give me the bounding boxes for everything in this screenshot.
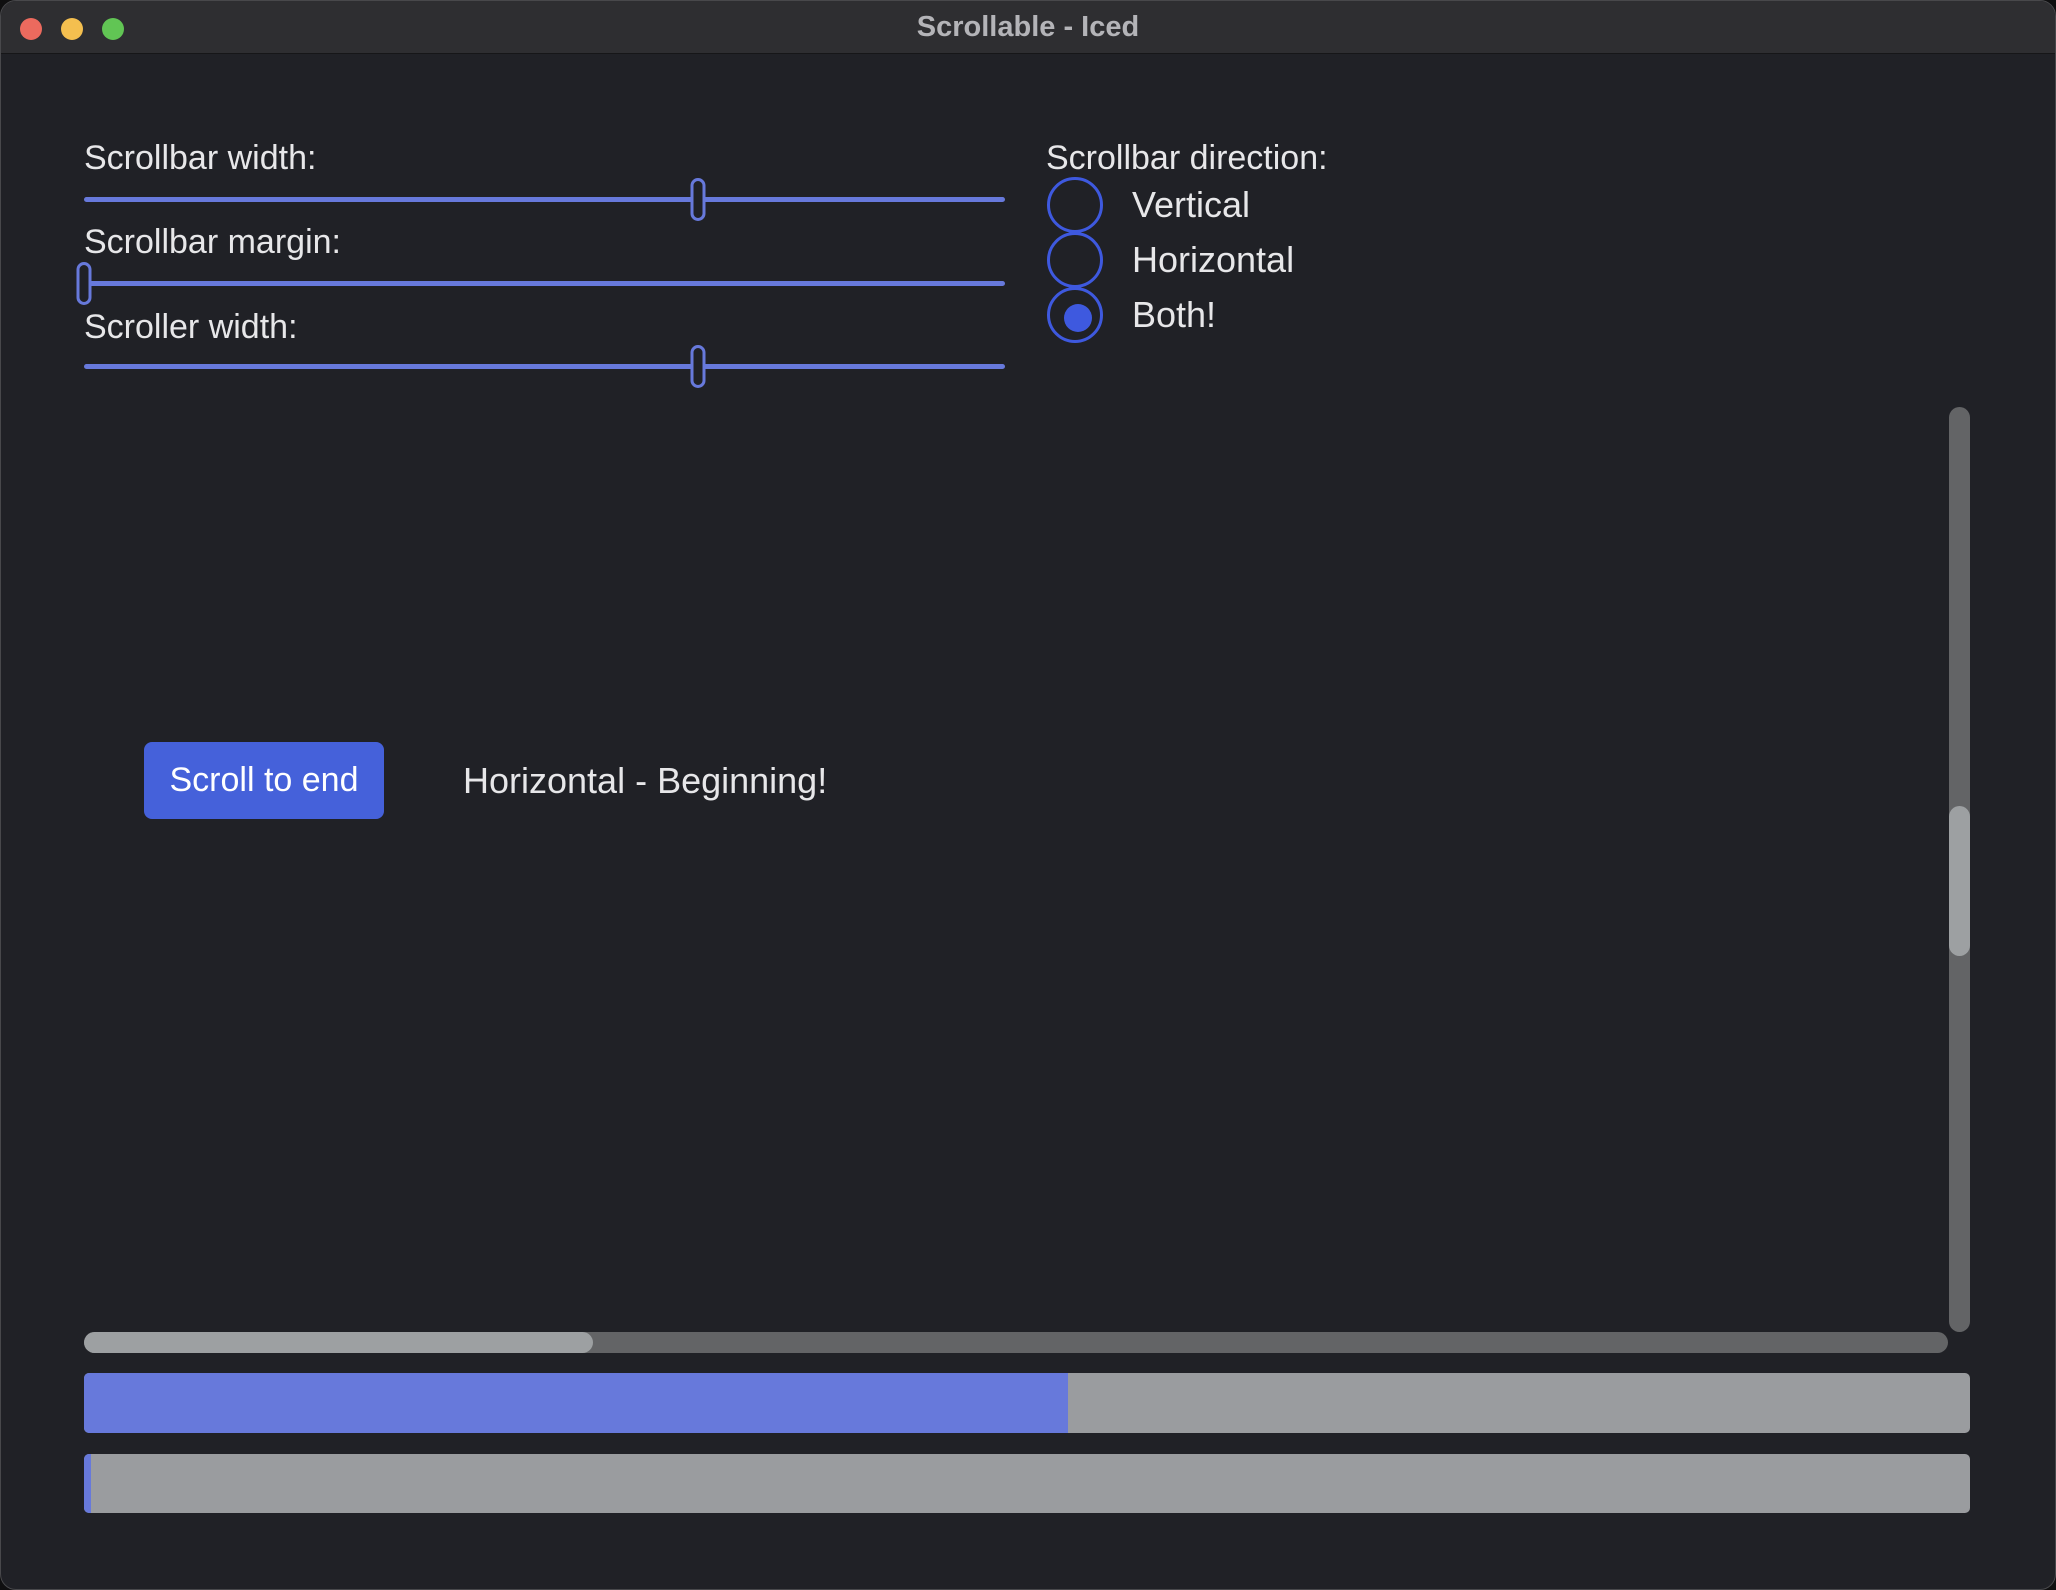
slider-rail[interactable] [84, 281, 1005, 286]
radio-circle-icon[interactable] [1047, 232, 1103, 288]
slider-rail[interactable] [84, 197, 1005, 202]
horizontal-scroll-progress-bar [84, 1454, 1970, 1513]
horizontal-scroller-thumb[interactable] [84, 1332, 593, 1353]
app-window: Scrollable - Iced Scrollbar width: Scrol… [0, 0, 2056, 1590]
window-title: Scrollable - Iced [1, 1, 2055, 54]
slider-handle[interactable] [691, 178, 706, 221]
slider-handle[interactable] [77, 262, 92, 305]
scroll-to-end-button[interactable]: Scroll to end [144, 742, 384, 819]
vertical-scroller-thumb[interactable] [1949, 806, 1970, 956]
scrollbar-direction-label: Scrollbar direction: [1046, 135, 1328, 181]
progress-fill [84, 1454, 91, 1513]
radio-dot-icon [1064, 304, 1092, 332]
scrollbar-margin-slider[interactable] [84, 262, 1005, 305]
scrollbar-width-slider[interactable] [84, 178, 1005, 221]
horizontal-scrollbar[interactable] [84, 1332, 1948, 1353]
radio-circle-icon[interactable] [1047, 177, 1103, 233]
radio-vertical-label[interactable]: Vertical [1132, 182, 1250, 228]
scroller-width-slider[interactable] [84, 345, 1005, 388]
progress-fill [84, 1373, 1068, 1433]
slider-rail[interactable] [84, 364, 1005, 369]
vertical-scrollbar[interactable] [1949, 407, 1970, 1332]
vertical-scroll-progress-bar [84, 1373, 1970, 1433]
radio-circle-icon[interactable] [1047, 287, 1103, 343]
radio-both-label[interactable]: Both! [1132, 292, 1216, 338]
titlebar: Scrollable - Iced [1, 1, 2055, 54]
scrollbar-width-label: Scrollbar width: [84, 135, 316, 181]
radio-horizontal-label[interactable]: Horizontal [1132, 237, 1294, 283]
scrollbar-margin-label: Scrollbar margin: [84, 219, 341, 265]
slider-handle[interactable] [691, 345, 706, 388]
scroller-width-label: Scroller width: [84, 304, 298, 350]
scroll-status-text: Horizontal - Beginning! [463, 742, 827, 819]
